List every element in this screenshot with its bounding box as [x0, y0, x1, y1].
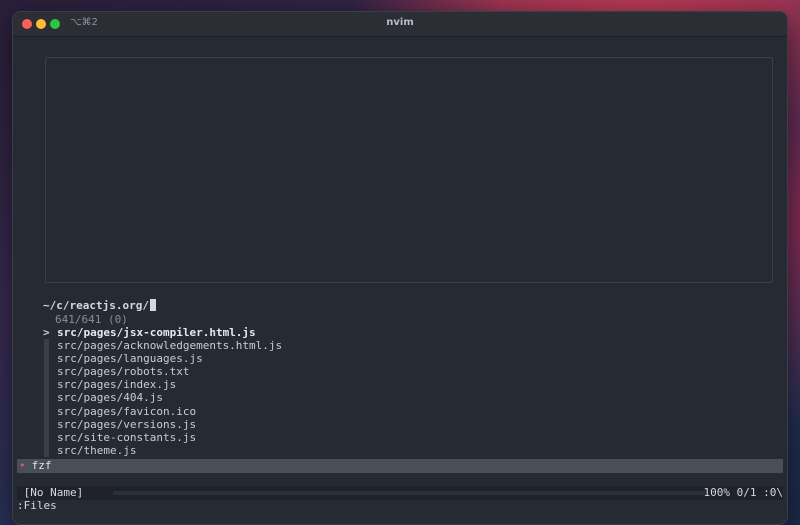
list-item[interactable]: src/theme.js — [43, 443, 282, 457]
list-item[interactable]: src/pages/robots.txt — [43, 365, 282, 379]
window-titlebar: ⌥⌘2 nvim — [13, 12, 787, 37]
gutter-bar — [44, 365, 49, 379]
list-item[interactable]: src/pages/index.js — [43, 378, 282, 392]
file-name: src/pages/favicon.ico — [57, 404, 197, 418]
list-item[interactable]: src/pages/versions.js — [43, 417, 282, 431]
file-name: src/pages/languages.js — [57, 352, 203, 366]
fzf-query-path: ~/c/reactjs.org/ — [43, 299, 149, 312]
list-item[interactable]: src/pages/404.js — [43, 391, 282, 405]
fzf-results-list: > src/pages/jsx-compiler.html.js src/page… — [43, 326, 282, 457]
cursor-position: 100% 0/1 :0\ — [703, 486, 783, 499]
list-item[interactable]: src/site-constants.js — [43, 430, 282, 444]
list-item[interactable]: src/pages/languages.js — [43, 352, 282, 366]
vim-command-line[interactable]: :Files — [17, 499, 57, 512]
file-name: src/pages/acknowledgements.html.js — [57, 339, 283, 353]
list-item[interactable]: > src/pages/jsx-compiler.html.js — [43, 326, 282, 339]
fzf-buffer-label: fzf — [31, 459, 52, 472]
window-title: nvim — [386, 17, 414, 28]
statusline-fill — [113, 491, 705, 495]
terminal-area[interactable]: ~/c/reactjs.org/ 641/641 (0) > src/pages/… — [13, 37, 787, 524]
gutter-bar — [44, 417, 49, 431]
buffer-name: [No Name] — [17, 486, 84, 499]
file-name: src/pages/versions.js — [57, 417, 197, 431]
file-name: src/pages/index.js — [57, 378, 177, 392]
file-name: src/pages/robots.txt — [57, 365, 190, 379]
file-name: src/site-constants.js — [57, 430, 197, 444]
gutter-bar — [44, 391, 49, 405]
file-name: src/pages/404.js — [57, 391, 163, 405]
gutter-bar — [44, 404, 49, 418]
fzf-prompt[interactable]: ~/c/reactjs.org/ — [43, 299, 156, 312]
gutter-bar — [44, 443, 49, 457]
selection-marker: > — [43, 326, 50, 339]
list-item[interactable]: src/pages/acknowledgements.html.js — [43, 339, 283, 353]
text-cursor — [149, 299, 156, 311]
gutter-bar — [44, 352, 49, 366]
gutter-bar — [44, 339, 49, 353]
file-name: src/theme.js — [57, 443, 137, 457]
fzf-buffer-bar: • fzf — [17, 459, 783, 473]
list-item[interactable]: src/pages/favicon.ico — [43, 404, 282, 418]
bullet-icon: • — [19, 459, 26, 472]
vim-statusline: [No Name] 100% 0/1 :0\ — [17, 486, 783, 500]
gutter-bar — [44, 430, 49, 444]
fzf-match-count: 641/641 (0) — [55, 313, 128, 326]
gutter-bar — [44, 378, 49, 392]
fzf-preview-pane — [45, 57, 773, 283]
file-name: src/pages/jsx-compiler.html.js — [57, 326, 256, 339]
terminal-window: ⌥⌘2 nvim ~/c/reactjs.org/ 641/641 (0) > s… — [12, 11, 788, 525]
